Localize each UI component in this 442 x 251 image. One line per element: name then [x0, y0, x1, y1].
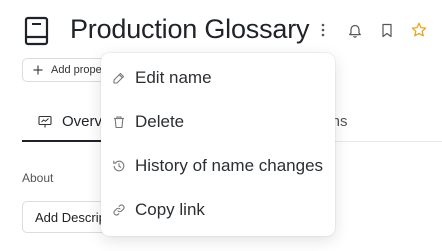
page-title: Production Glossary: [70, 14, 310, 44]
link-icon: [113, 204, 125, 216]
bookmark-icon: [382, 23, 392, 37]
add-property-label: Add prope: [51, 64, 102, 76]
star-icon: [411, 22, 427, 37]
menu-item-history[interactable]: History of name changes: [101, 146, 335, 186]
menu-item-delete[interactable]: Delete: [101, 102, 335, 142]
notifications-button[interactable]: [343, 17, 367, 43]
bookmark-button[interactable]: [375, 17, 399, 43]
active-tab-indicator: [22, 140, 112, 142]
menu-item-label: Copy link: [135, 200, 205, 219]
bell-icon: [349, 24, 361, 38]
more-options-button[interactable]: [311, 17, 335, 43]
edit-icon: [113, 72, 125, 84]
tab-overview[interactable]: Overvi: [38, 113, 105, 130]
presentation-icon: [38, 115, 52, 127]
plus-icon: [33, 65, 43, 75]
favorite-button[interactable]: [407, 17, 431, 43]
menu-item-label: Edit name: [135, 68, 212, 87]
menu-item-copy-link[interactable]: Copy link: [101, 190, 335, 230]
book-icon: [24, 16, 49, 46]
about-label: About: [22, 171, 54, 185]
tab-overview-label: Overvi: [62, 113, 106, 130]
menu-item-label: History of name changes: [135, 156, 324, 175]
menu-item-label: Delete: [135, 112, 185, 131]
options-menu: Edit name Delete History of name changes…: [101, 53, 335, 236]
menu-item-edit-name[interactable]: Edit name: [101, 58, 335, 98]
trash-icon: [114, 116, 124, 129]
more-vertical-icon: [321, 23, 325, 37]
history-icon: [113, 160, 125, 172]
